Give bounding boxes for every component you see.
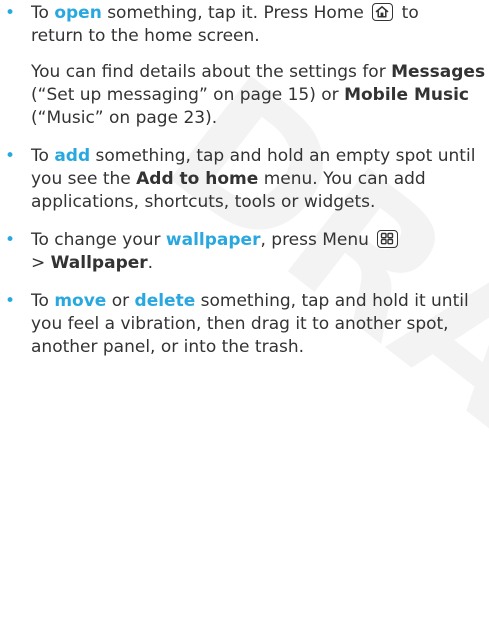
menu-key-icon (377, 230, 399, 248)
text-line: To add something, tap and hold an empty … (31, 146, 476, 166)
text-line: applications, shortcuts, tools or widget… (31, 192, 376, 212)
keyword-move: move (54, 291, 107, 311)
list-item-wallpaper: • To change your wallpaper, press Menu >… (5, 229, 489, 275)
text-line: You can find details about the settings … (31, 62, 486, 82)
keyword-delete: delete (134, 291, 196, 311)
bullet-icon: • (5, 3, 16, 23)
text-line: (“Music” on page 23). (31, 108, 218, 128)
bullet-icon: • (5, 230, 16, 250)
bold-add-to-home: Add to home (136, 169, 259, 189)
text-line: you feel a vibration, then drag it to an… (31, 314, 449, 334)
text-line: > Wallpaper. (31, 253, 154, 273)
list-item-add: • To add something, tap and hold an empt… (5, 145, 489, 214)
text-line: To change your wallpaper, press Menu (31, 229, 489, 252)
list-item-open: • To open something, tap it. Press Home … (5, 2, 489, 48)
bullet-icon: • (5, 146, 16, 166)
text-line: return to the home screen. (31, 26, 260, 46)
text-line: (“Set up messaging” on page 15) or Mobil… (31, 85, 469, 105)
home-key-icon (372, 3, 394, 21)
text-line: To open something, tap it. Press Home to (31, 3, 419, 23)
keyword-wallpaper: wallpaper (165, 230, 261, 250)
text-line: you see the Add to home menu. You can ad… (31, 169, 426, 189)
list-item-details: You can find details about the settings … (31, 61, 489, 130)
bullet-icon: • (5, 291, 16, 311)
list-item-move-delete: • To move or delete something, tap and h… (5, 290, 489, 359)
keyword-open: open (54, 3, 102, 23)
text-line: To move or delete something, tap and hol… (31, 291, 469, 311)
bold-wallpaper: Wallpaper (50, 253, 148, 273)
bold-mobile-music: Mobile Music (344, 85, 469, 105)
keyword-add: add (54, 146, 91, 166)
bold-messages: Messages (391, 62, 486, 82)
